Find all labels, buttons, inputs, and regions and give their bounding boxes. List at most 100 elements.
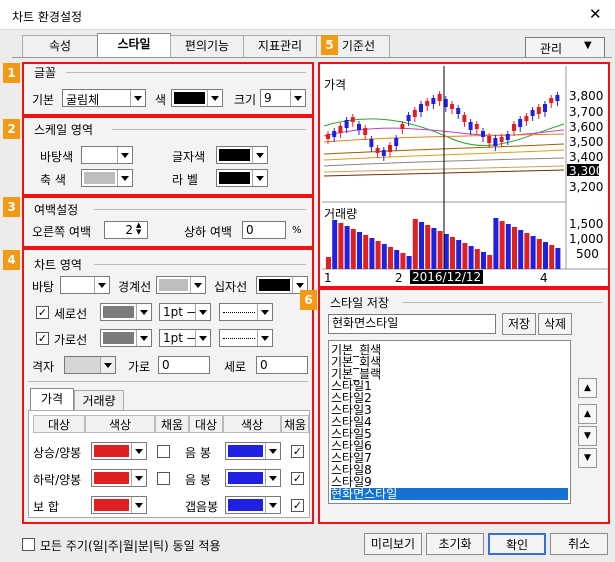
move-down-icon[interactable]: ▼ [578,426,597,446]
price-tick: 3,400 [569,150,604,164]
scale-text-label: 글자색 [172,150,206,164]
volume-bar [462,243,468,269]
chevron-down-icon [195,330,210,346]
apply-all-checkbox[interactable] [22,538,35,551]
tab-underline [12,57,612,58]
chevron-down-icon [252,147,267,163]
spinner-arrows-icon[interactable]: ▲ ▼ [136,222,141,236]
cancel-button[interactable]: 취소 [550,533,608,555]
border-line-label: 경계선 [118,280,152,294]
volume-bar [512,227,517,269]
volume-bar [431,228,437,269]
grid-color-select[interactable] [64,356,116,374]
up-color-select[interactable] [91,442,147,460]
chevron-down-icon [190,277,205,293]
move-bottom-icon[interactable]: ▼ [578,448,597,468]
chevron-down-icon [131,497,146,513]
font-color-select[interactable] [171,89,223,107]
crosshair-label: 십자선 [214,280,248,294]
save-style-button[interactable]: 저장 [502,313,536,335]
hline-width-select[interactable]: 1pt — [159,329,211,347]
grid-horizontal-input[interactable]: 0 [158,356,210,374]
chart-bg-color-select[interactable] [60,276,110,294]
volume-bar [456,240,462,269]
grid-vertical-input[interactable]: 0 [256,356,308,374]
volume-bar [388,247,393,269]
list-item-selected[interactable]: 현화면스타일 [331,488,568,500]
hline-checkbox[interactable]: ✓ [36,332,49,345]
hline-style-select[interactable] [219,329,273,347]
volume-bar [425,225,431,269]
current-price-label: 3,300 [569,164,604,178]
scale-axis-color-select[interactable] [81,169,133,187]
right-margin-label: 오른쪽 여백 [32,225,92,239]
volume-bar [375,241,381,269]
col-header-fill: 채움 [155,415,189,433]
manage-dropdown[interactable]: 관리 ▼ [525,37,605,58]
volume-bar [363,235,369,269]
row-label-gap-down: 갭음봉 [185,500,219,514]
up-fill-checkbox[interactable] [157,445,170,458]
row-label-down2: 음 봉 [185,473,211,487]
section-badge-1: 1 [3,63,20,83]
volume-bar [369,238,375,269]
cursor-date-label: 2016/12/12 [410,270,484,284]
gap-down-color-select[interactable] [225,496,281,514]
scale-axis-label: 축 색 [40,173,66,187]
volume-bar [474,249,480,269]
border-color-select[interactable] [156,276,206,294]
chevron-down-icon [265,497,280,513]
col-header-target: 대상 [189,415,223,433]
style-name-input[interactable]: 현화면스타일 [328,314,496,334]
col-header-target: 대상 [33,415,85,433]
vline-label: 세로선 [54,307,88,321]
down-color-select[interactable] [225,442,281,460]
section-badge-6: 6 [300,290,317,310]
ok-button[interactable]: 확인 [488,533,546,555]
volume-tick: 1,500 [569,217,604,231]
down2-color-select[interactable] [225,469,281,487]
tab-convenience[interactable]: 편의기능 [170,35,244,57]
scale-text-color-select[interactable] [216,146,268,164]
tab-indicator[interactable]: 지표관리 [243,35,317,57]
flat-color-select[interactable] [91,496,147,514]
vline-checkbox[interactable]: ✓ [36,306,49,319]
down-fill-checkbox[interactable]: ✓ [291,445,304,458]
price-style-table: 대상 색상 채움 대상 색상 채움 상승/양봉 음 봉 ✓ 하락/양봉 음 봉 … [28,410,310,518]
vline-width-select[interactable]: 1pt — [159,303,211,321]
font-size-select[interactable]: 9 [260,89,306,107]
move-top-icon[interactable]: ▲ [578,378,597,398]
font-color-label: 색 [155,93,167,107]
chevron-down-icon [117,170,132,186]
updown-margin-input[interactable]: 0 [242,221,286,239]
preview-button[interactable]: 미리보기 [364,533,422,555]
scale-label-color-select[interactable] [216,169,268,187]
grid-label: 격자 [32,360,55,374]
volume-bar [536,239,542,269]
right-margin-spinner[interactable]: 2 [104,221,148,239]
price-tick: 3,800 [569,89,604,103]
fall-fill-checkbox[interactable] [157,472,170,485]
subtab-price[interactable]: 가격 [30,388,74,410]
hline-color-select[interactable] [100,329,152,347]
delete-style-button[interactable]: 삭제 [538,313,572,335]
vline-style-select[interactable] [219,303,273,321]
tab-properties[interactable]: 속성 [22,35,98,57]
style-list[interactable]: 기본_흰색 기본_회색 기본_블랙 스타일1 스타일2 스타일3 스타일4 스타… [328,340,571,504]
tab-style[interactable]: 스타일 [97,33,171,58]
volume-bar [543,242,548,269]
volume-bar [555,248,561,269]
close-icon[interactable]: ✕ [589,5,602,23]
down2-fill-checkbox[interactable]: ✓ [291,472,304,485]
fall-color-select[interactable] [91,469,147,487]
x-tick: 1 [324,271,332,285]
chart-preview-panel: 가격 거래량 3,800 3,700 3,600 3,500 3,400 3,3… [318,62,610,288]
move-up-icon[interactable]: ▲ [578,404,597,424]
font-family-select[interactable]: 굴림체 [62,89,146,107]
subtab-volume[interactable]: 거래량 [74,390,124,410]
gap-down-fill-checkbox[interactable]: ✓ [291,499,304,512]
scale-bg-color-select[interactable] [81,146,133,164]
vline-color-select[interactable] [100,303,152,321]
volume-bar [350,229,356,269]
reset-button[interactable]: 초기화 [426,533,484,555]
